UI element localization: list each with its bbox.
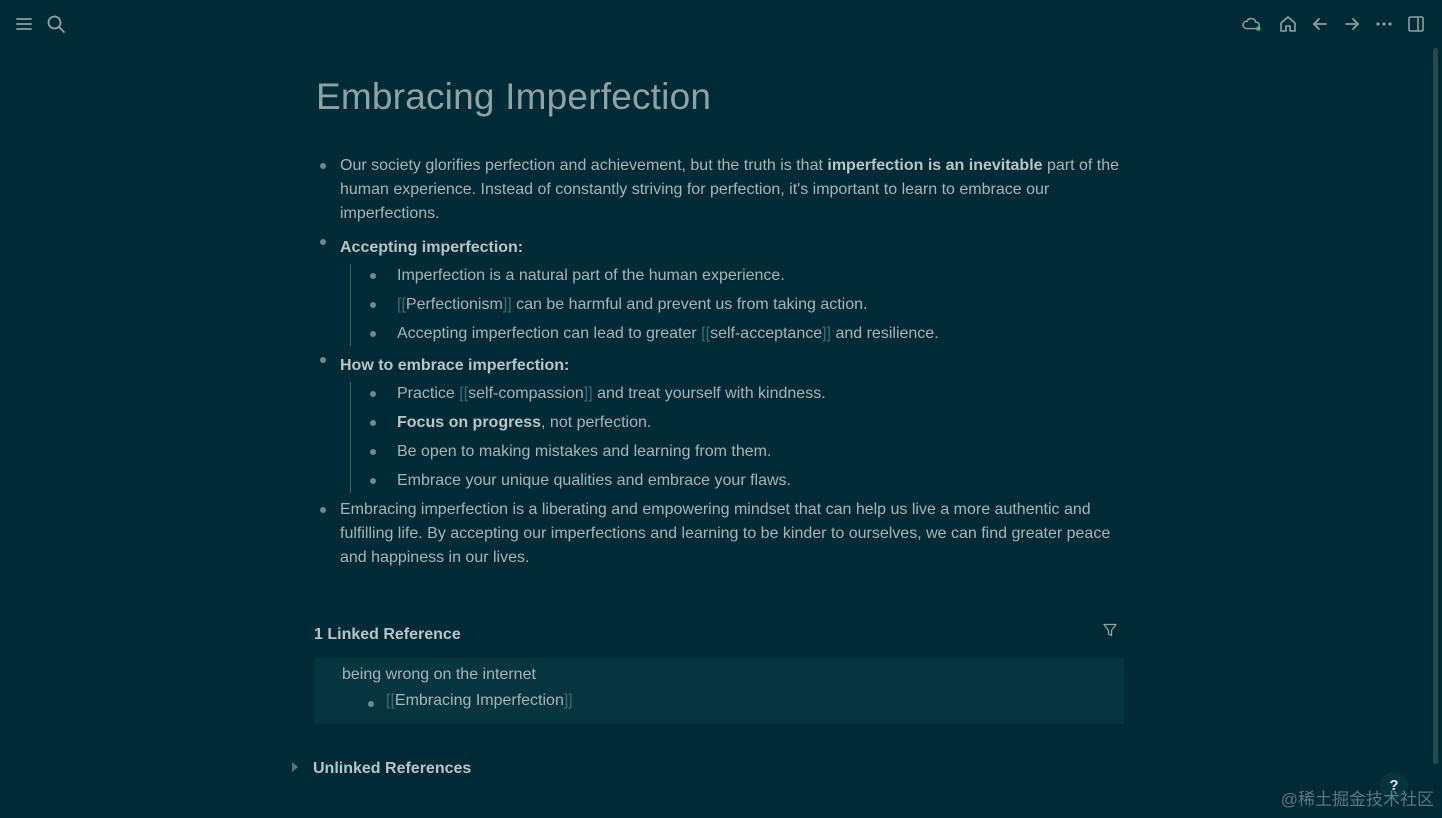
block-text: Embrace your unique qualities and embrac… bbox=[397, 472, 791, 489]
block-bullet[interactable] bbox=[370, 302, 376, 308]
page-content: Embracing Imperfection Our society glori… bbox=[292, 60, 1124, 777]
block-accepting[interactable]: Accepting imperfection: Imperfection is … bbox=[314, 236, 1124, 346]
block-heading: How to embrace imperfection: bbox=[340, 357, 570, 374]
forward-arrow-icon[interactable] bbox=[1340, 12, 1364, 36]
filter-icon[interactable] bbox=[1102, 622, 1118, 638]
page-title[interactable]: Embracing Imperfection bbox=[316, 76, 1124, 118]
child-block[interactable]: Imperfection is a natural part of the hu… bbox=[370, 264, 1124, 288]
block-bullet[interactable] bbox=[320, 239, 326, 245]
ref-bracket: [[ bbox=[386, 692, 395, 709]
linked-references-title: 1 Linked Reference bbox=[314, 626, 461, 643]
block-text: and resilience. bbox=[831, 325, 939, 342]
menu-icon[interactable] bbox=[12, 12, 36, 36]
ref-bracket: [[ bbox=[701, 325, 711, 342]
ref-bracket: ]] bbox=[563, 692, 573, 709]
page-reference-link[interactable]: Embracing Imperfection bbox=[395, 692, 564, 709]
ref-bracket: ]] bbox=[822, 325, 832, 342]
block-heading: Accepting imperfection: bbox=[340, 239, 524, 256]
block-text: Imperfection is a natural part of the hu… bbox=[397, 267, 785, 284]
block-bullet[interactable] bbox=[370, 391, 376, 397]
block-bullet[interactable] bbox=[370, 331, 376, 337]
block-bullet[interactable] bbox=[370, 420, 376, 426]
block-text: Embracing imperfection is a liberating a… bbox=[340, 501, 1111, 566]
unlinked-references-toggle[interactable]: Unlinked References bbox=[292, 760, 471, 778]
block-bullet[interactable] bbox=[320, 163, 326, 169]
ref-bracket: ]] bbox=[502, 296, 512, 313]
child-block[interactable]: [[Perfectionism]] can be harmful and pre… bbox=[370, 293, 1124, 317]
reference-block[interactable]: [[Embracing Imperfection]] bbox=[366, 692, 573, 710]
block-bullet[interactable] bbox=[320, 357, 326, 363]
child-block[interactable]: Focus on progress, not perfection. bbox=[370, 411, 1124, 435]
page-reference-link[interactable]: Perfectionism bbox=[406, 296, 503, 313]
page-reference-link[interactable]: self-compassion bbox=[468, 385, 584, 402]
child-block[interactable]: Practice [[self-compassion]] and treat y… bbox=[370, 382, 1124, 406]
block-bullet[interactable] bbox=[370, 449, 376, 455]
child-blocks: Imperfection is a natural part of the hu… bbox=[350, 264, 1124, 346]
sidebar-toggle-icon[interactable] bbox=[1404, 12, 1428, 36]
block-text: and treat yourself with kindness. bbox=[592, 385, 826, 402]
block-how-to[interactable]: How to embrace imperfection: Practice [[… bbox=[314, 354, 1124, 493]
referencing-page-link[interactable]: being wrong on the internet bbox=[342, 666, 536, 684]
reference-text: [[Embracing Imperfection]] bbox=[366, 692, 573, 709]
linked-references-header[interactable]: 1 Linked Reference bbox=[314, 623, 1124, 644]
linked-reference-panel: being wrong on the internet [[Embracing … bbox=[314, 658, 1124, 724]
scrollbar[interactable] bbox=[1433, 48, 1438, 764]
cloud-sync-icon[interactable] bbox=[1240, 12, 1264, 36]
bold-text: Focus on progress bbox=[397, 414, 542, 431]
block-conclusion[interactable]: Embracing imperfection is a liberating a… bbox=[314, 498, 1124, 570]
ref-bracket: ]] bbox=[583, 385, 593, 402]
watermark: @稀土掘金技术社区 bbox=[1280, 790, 1434, 809]
block-intro[interactable]: Our society glorifies perfection and ach… bbox=[314, 154, 1124, 226]
block-bullet[interactable] bbox=[368, 701, 374, 707]
unlinked-references-title: Unlinked References bbox=[313, 760, 472, 777]
search-icon[interactable] bbox=[44, 12, 68, 36]
home-icon[interactable] bbox=[1276, 12, 1300, 36]
block-text: , not perfection. bbox=[541, 414, 652, 431]
block-text: Be open to making mistakes and learning … bbox=[397, 443, 772, 460]
block-text: Practice bbox=[397, 385, 460, 402]
page-reference-link[interactable]: self-acceptance bbox=[710, 325, 822, 342]
ref-bracket: [[ bbox=[397, 296, 406, 313]
block-list: Our society glorifies perfection and ach… bbox=[314, 154, 1124, 570]
block-bullet[interactable] bbox=[370, 478, 376, 484]
back-arrow-icon[interactable] bbox=[1308, 12, 1332, 36]
child-block[interactable]: Embrace your unique qualities and embrac… bbox=[370, 469, 1124, 493]
child-block[interactable]: Be open to making mistakes and learning … bbox=[370, 440, 1124, 464]
ref-bracket: [[ bbox=[459, 385, 469, 402]
child-blocks: Practice [[self-compassion]] and treat y… bbox=[350, 382, 1124, 493]
block-text: Our society glorifies perfection and ach… bbox=[340, 157, 828, 174]
top-toolbar bbox=[0, 0, 1442, 48]
bold-text: imperfection is an inevitable bbox=[827, 157, 1043, 174]
block-text: can be harmful and prevent us from takin… bbox=[511, 296, 868, 313]
block-bullet[interactable] bbox=[370, 273, 376, 279]
block-bullet[interactable] bbox=[320, 507, 326, 513]
block-text: Accepting imperfection can lead to great… bbox=[397, 325, 702, 342]
expand-arrow-icon[interactable] bbox=[292, 762, 298, 772]
more-icon[interactable] bbox=[1372, 12, 1396, 36]
child-block[interactable]: Accepting imperfection can lead to great… bbox=[370, 322, 1124, 346]
